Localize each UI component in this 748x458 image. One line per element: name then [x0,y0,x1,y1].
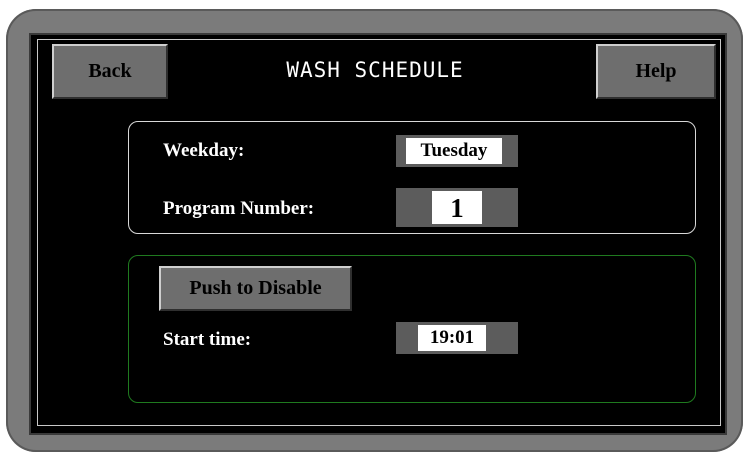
weekday-field[interactable]: Tuesday [396,135,518,167]
page-title: WASH SCHEDULE [286,58,464,82]
weekday-value: Tuesday [406,138,502,164]
start-time-field[interactable]: 19:01 [396,322,518,354]
start-time-label: Start time: [163,329,252,350]
start-time-value: 19:01 [418,325,486,351]
program-number-value: 1 [432,191,482,224]
push-to-disable-button[interactable]: Push to Disable [159,266,352,311]
weekday-label: Weekday: [163,140,245,161]
program-number-field[interactable]: 1 [396,188,518,227]
help-button[interactable]: Help [596,44,716,99]
back-button[interactable]: Back [52,44,168,99]
program-number-label: Program Number: [163,198,315,219]
